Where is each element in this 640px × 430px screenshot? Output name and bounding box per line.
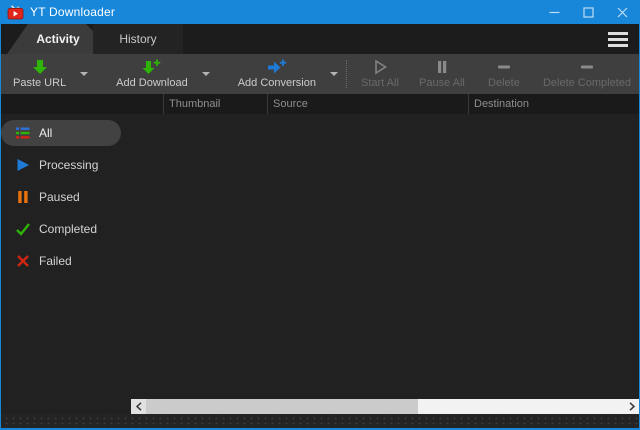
minimize-button[interactable] xyxy=(537,0,571,24)
start-all-label: Start All xyxy=(361,77,399,89)
window-title: YT Downloader xyxy=(30,5,115,19)
pause-all-label: Pause All xyxy=(419,77,465,89)
app-window: YT Downloader Activity History xyxy=(0,0,640,430)
add-download-label: Add Download xyxy=(116,77,188,89)
minimize-icon xyxy=(549,7,560,18)
tab-history-label: History xyxy=(119,32,156,46)
paste-url-down-arrow-icon xyxy=(32,59,48,75)
add-download-dropdown[interactable] xyxy=(196,54,216,94)
delete-completed-button[interactable]: Delete Completed xyxy=(535,54,639,94)
pause-all-icon xyxy=(434,59,450,75)
toolbar-separator xyxy=(346,60,347,88)
scrollbar-track[interactable] xyxy=(418,399,624,414)
app-logo-icon xyxy=(7,5,24,20)
add-conversion-label: Add Conversion xyxy=(238,77,316,89)
chevron-right-icon xyxy=(629,402,635,411)
column-header-spacer xyxy=(1,94,163,114)
sidebar-item-all[interactable]: All xyxy=(1,120,121,146)
toolbar: Paste URL Add Download xyxy=(1,54,639,94)
hamburger-icon xyxy=(608,32,628,35)
sidebar-item-label: Completed xyxy=(39,222,97,236)
close-icon xyxy=(617,7,628,18)
close-button[interactable] xyxy=(605,0,639,24)
paste-url-button[interactable]: Paste URL xyxy=(5,54,74,94)
delete-dash-icon xyxy=(496,59,512,75)
sidebar-item-paused[interactable]: Paused xyxy=(1,181,131,213)
delete-label: Delete xyxy=(488,77,520,89)
maximize-button[interactable] xyxy=(571,0,605,24)
content-area: All Processing Paused xyxy=(1,114,639,399)
scrollbar-row xyxy=(1,399,639,414)
status-strip xyxy=(1,414,639,428)
column-header-source[interactable]: Source xyxy=(267,94,468,114)
scroll-left-button[interactable] xyxy=(131,399,146,414)
delete-completed-dash-icon xyxy=(579,59,595,75)
add-conversion-button[interactable]: Add Conversion xyxy=(230,54,324,94)
processing-play-icon xyxy=(16,158,30,172)
chevron-left-icon xyxy=(136,402,142,411)
delete-completed-label: Delete Completed xyxy=(543,77,631,89)
pause-all-button[interactable]: Pause All xyxy=(411,54,473,94)
chevron-down-icon xyxy=(80,72,88,76)
add-download-arrow-plus-icon xyxy=(142,59,161,75)
scroll-right-button[interactable] xyxy=(624,399,639,414)
sidebar-item-label: Processing xyxy=(39,158,98,172)
chevron-down-icon xyxy=(330,72,338,76)
tab-activity[interactable]: Activity xyxy=(7,24,93,54)
start-all-play-icon xyxy=(372,59,388,75)
horizontal-scrollbar[interactable] xyxy=(131,399,639,414)
list-column-headers: Thumbnail Source Destination xyxy=(1,94,639,114)
failed-x-icon xyxy=(16,254,30,268)
tab-bar: Activity History xyxy=(1,24,639,54)
add-conversion-arrow-plus-icon xyxy=(267,59,287,75)
tab-activity-label: Activity xyxy=(36,32,79,46)
column-header-thumbnail[interactable]: Thumbnail xyxy=(163,94,267,114)
window-controls xyxy=(537,0,639,24)
column-header-destination[interactable]: Destination xyxy=(468,94,639,114)
start-all-button[interactable]: Start All xyxy=(349,54,411,94)
chevron-down-icon xyxy=(202,72,210,76)
scrollbar-spacer xyxy=(1,399,131,414)
paste-url-dropdown[interactable] xyxy=(74,54,94,94)
hamburger-menu-button[interactable] xyxy=(606,28,630,51)
download-list-empty xyxy=(131,114,639,399)
sidebar-item-completed[interactable]: Completed xyxy=(1,213,131,245)
sidebar-item-failed[interactable]: Failed xyxy=(1,245,131,277)
scrollbar-thumb[interactable] xyxy=(146,399,418,414)
titlebar: YT Downloader xyxy=(1,0,639,24)
delete-button[interactable]: Delete xyxy=(473,54,535,94)
sidebar-item-processing[interactable]: Processing xyxy=(1,149,131,181)
paused-pause-icon xyxy=(16,190,30,204)
toolbar-disabled-group: Start All Pause All Delete xyxy=(349,54,639,94)
add-conversion-dropdown[interactable] xyxy=(324,54,344,94)
sidebar-item-label: Failed xyxy=(39,254,72,268)
completed-check-icon xyxy=(16,222,30,236)
filter-all-icon xyxy=(16,126,30,140)
sidebar-item-label: Paused xyxy=(39,190,80,204)
paste-url-label: Paste URL xyxy=(13,77,66,89)
add-download-button[interactable]: Add Download xyxy=(108,54,196,94)
maximize-icon xyxy=(583,7,594,18)
sidebar-item-label: All xyxy=(39,126,52,140)
filter-sidebar: All Processing Paused xyxy=(1,114,131,399)
tab-history[interactable]: History xyxy=(93,24,183,54)
